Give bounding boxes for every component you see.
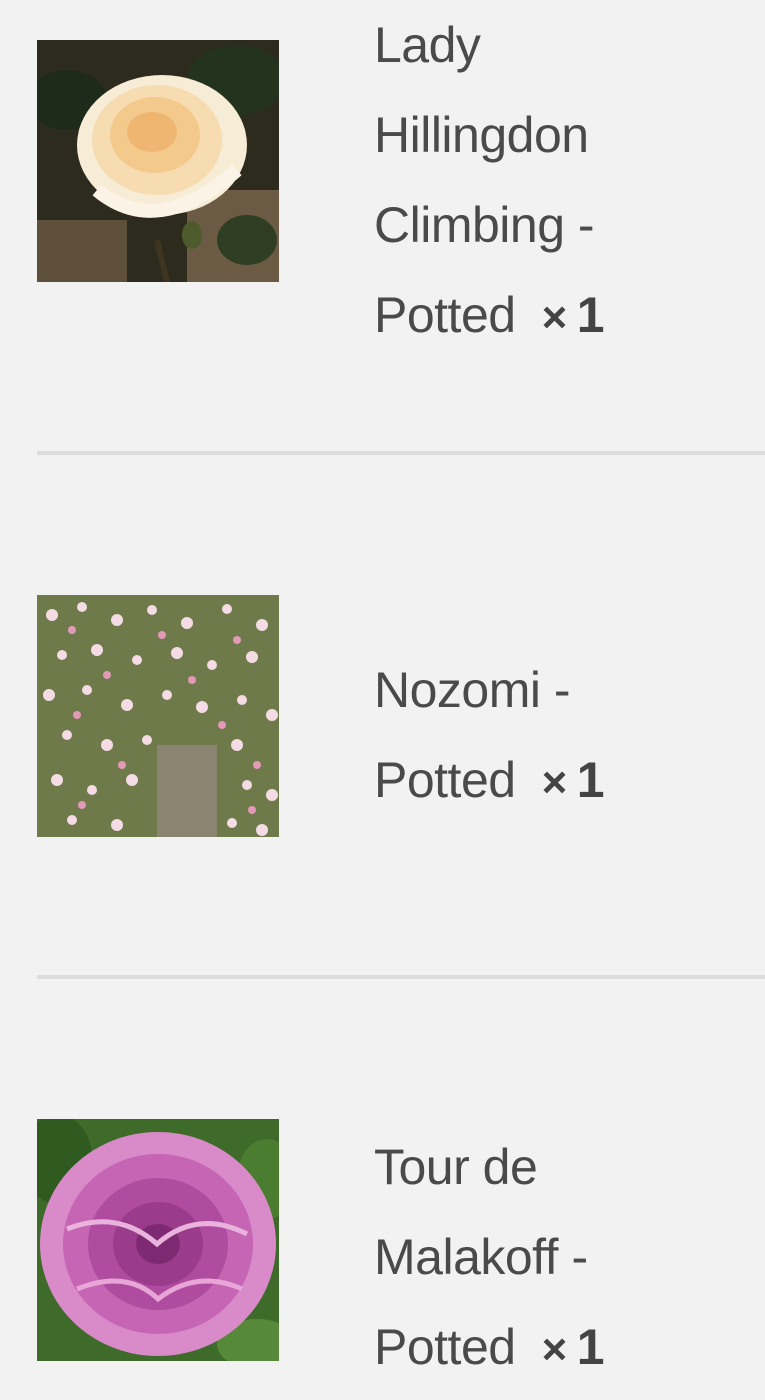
- rose-pink-shrub-icon: [37, 595, 279, 837]
- quantity-label: × 1: [542, 752, 605, 808]
- product-name: Nozomi - Potted: [374, 662, 571, 808]
- quantity-value: 1: [576, 1319, 605, 1375]
- quantity-label: × 1: [542, 1319, 605, 1375]
- quantity-value: 1: [576, 752, 605, 808]
- times-icon: ×: [541, 1325, 568, 1374]
- product-image-link[interactable]: [37, 40, 279, 282]
- item-divider: [37, 975, 765, 979]
- quantity-value: 1: [576, 287, 605, 343]
- quantity-label: × 1: [542, 287, 605, 343]
- rose-magenta-icon: [37, 1119, 279, 1361]
- cart-item-list: Lady Hillingdon Climbing - Potted × 1 No…: [0, 0, 765, 1400]
- times-icon: ×: [541, 293, 568, 342]
- times-icon: ×: [541, 758, 568, 807]
- rose-peach-icon: [37, 40, 279, 282]
- item-divider: [37, 451, 765, 455]
- product-title: Tour de Malakoff - Potted × 1: [374, 1122, 674, 1395]
- product-image-link[interactable]: [37, 595, 279, 837]
- product-title: Nozomi - Potted × 1: [374, 645, 674, 828]
- product-image-link[interactable]: [37, 1119, 279, 1361]
- product-title: Lady Hillingdon Climbing - Potted × 1: [374, 0, 674, 363]
